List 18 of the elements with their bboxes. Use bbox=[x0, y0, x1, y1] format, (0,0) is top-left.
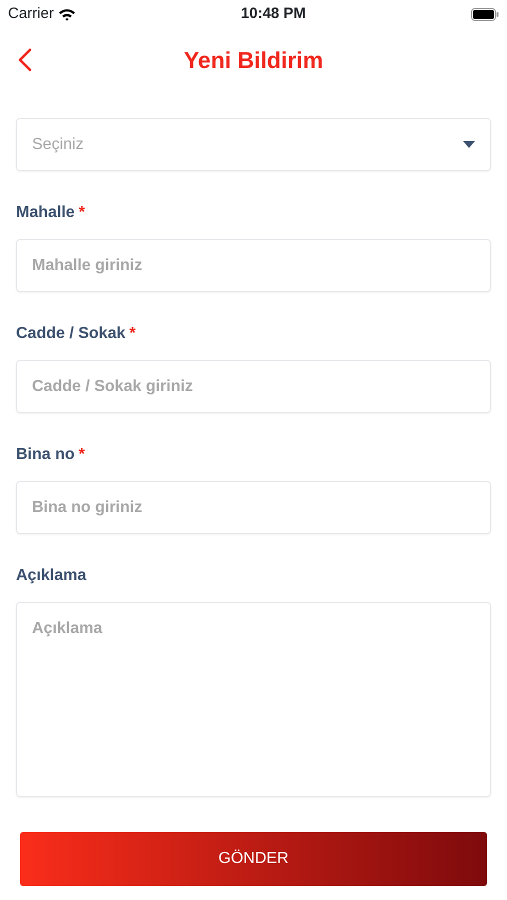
battery-icon bbox=[470, 8, 499, 20]
field-label: Bina no bbox=[16, 445, 75, 465]
submit-button[interactable]: GÖNDER bbox=[20, 832, 487, 886]
input-field[interactable]: Bina no giriniz bbox=[16, 481, 491, 534]
field-label: Cadde / Sokak bbox=[16, 324, 126, 344]
input-field[interactable]: Cadde / Sokak giriniz bbox=[16, 360, 491, 413]
field-label: Mahalle bbox=[16, 203, 75, 223]
dropdown-caret-icon bbox=[463, 141, 475, 148]
wifi-icon bbox=[58, 8, 76, 20]
carrier-label: Carrier bbox=[8, 4, 54, 24]
page-title: Yeni Bildirim bbox=[184, 46, 324, 75]
required-mark: * bbox=[78, 445, 85, 465]
required-mark: * bbox=[78, 203, 85, 223]
text-area[interactable]: Açıklama bbox=[16, 602, 491, 797]
input-field[interactable]: Mahalle giriniz bbox=[16, 239, 491, 292]
clock-time: 10:48 PM bbox=[240, 4, 306, 24]
field-label: Açıklama bbox=[16, 566, 86, 586]
required-mark: * bbox=[129, 324, 136, 344]
